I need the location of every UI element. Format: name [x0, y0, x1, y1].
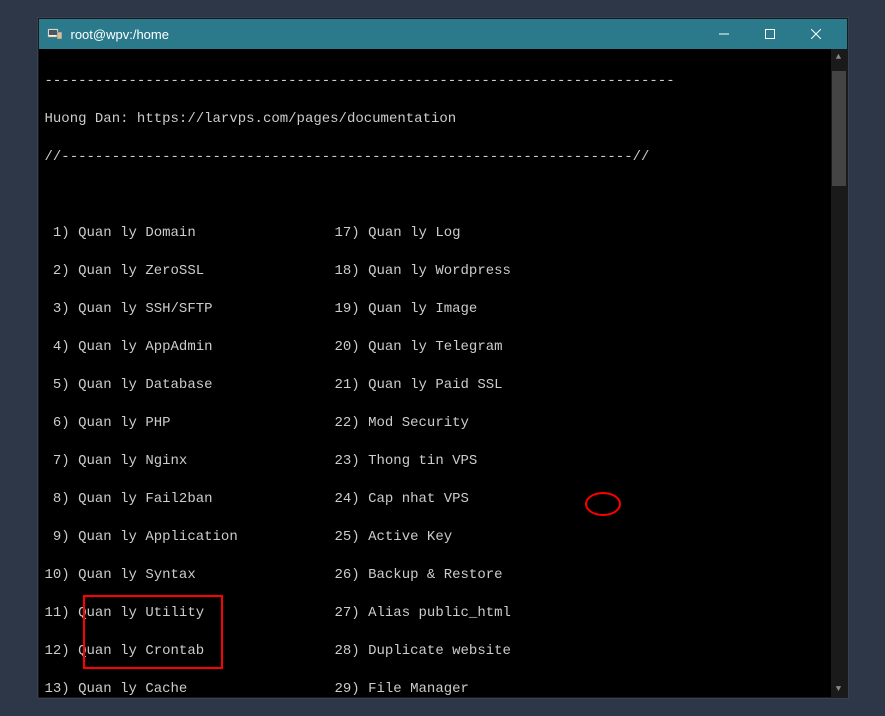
menu-row-9: 9) Quan ly Application25) Active Key	[45, 528, 841, 547]
menu-item-25: 25) Active Key	[335, 528, 453, 547]
window-controls	[701, 19, 839, 49]
divider-slashes: //--------------------------------------…	[45, 148, 841, 167]
putty-icon	[47, 26, 63, 42]
menu-item-24: 24) Cap nhat VPS	[335, 490, 469, 509]
menu-item-13: 13) Quan ly Cache	[45, 680, 335, 697]
menu-item-18: 18) Quan ly Wordpress	[335, 262, 511, 281]
menu-item-22: 22) Mod Security	[335, 414, 469, 433]
scroll-thumb[interactable]	[832, 71, 846, 186]
menu-item-19: 19) Quan ly Image	[335, 300, 478, 319]
minimize-button[interactable]	[701, 19, 747, 49]
menu-row-12: 12) Quan ly Crontab28) Duplicate website	[45, 642, 841, 661]
menu-row-11: 11) Quan ly Utility27) Alias public_html	[45, 604, 841, 623]
menu-row-4: 4) Quan ly AppAdmin20) Quan ly Telegram	[45, 338, 841, 357]
menu-row-1: 1) Quan ly Domain17) Quan ly Log	[45, 224, 841, 243]
menu-item-4: 4) Quan ly AppAdmin	[45, 338, 335, 357]
menu-item-17: 17) Quan ly Log	[335, 224, 461, 243]
menu-item-9: 9) Quan ly Application	[45, 528, 335, 547]
guide-line: Huong Dan: https://larvps.com/pages/docu…	[45, 110, 841, 129]
guide-url: https://larvps.com/pages/documentation	[137, 111, 456, 127]
menu-row-10: 10) Quan ly Syntax26) Backup & Restore	[45, 566, 841, 585]
menu-item-10: 10) Quan ly Syntax	[45, 566, 335, 585]
menu-item-5: 5) Quan ly Database	[45, 376, 335, 395]
menu-row-8: 8) Quan ly Fail2ban24) Cap nhat VPS	[45, 490, 841, 509]
maximize-button[interactable]	[747, 19, 793, 49]
terminal-window: root@wpv:/home -------------------------…	[38, 18, 848, 698]
menu-item-2: 2) Quan ly ZeroSSL	[45, 262, 335, 281]
menu-item-3: 3) Quan ly SSH/SFTP	[45, 300, 335, 319]
menu-row-7: 7) Quan ly Nginx23) Thong tin VPS	[45, 452, 841, 471]
menu-item-8: 8) Quan ly Fail2ban	[45, 490, 335, 509]
scroll-up-icon[interactable]: ▲	[831, 49, 847, 65]
menu-row-2: 2) Quan ly ZeroSSL18) Quan ly Wordpress	[45, 262, 841, 281]
blank-line	[45, 186, 841, 205]
menu-item-21: 21) Quan ly Paid SSL	[335, 376, 503, 395]
menu-item-27: 27) Alias public_html	[335, 604, 511, 623]
terminal-content[interactable]: ----------------------------------------…	[39, 49, 847, 697]
close-button[interactable]	[793, 19, 839, 49]
window-title: root@wpv:/home	[71, 27, 701, 42]
menu-item-29: 29) File Manager	[335, 680, 469, 697]
titlebar[interactable]: root@wpv:/home	[39, 19, 847, 49]
scrollbar[interactable]: ▲ ▼	[831, 49, 847, 697]
guide-label: Huong Dan:	[45, 111, 129, 127]
menu-row-3: 3) Quan ly SSH/SFTP19) Quan ly Image	[45, 300, 841, 319]
divider-top: ----------------------------------------…	[45, 72, 841, 91]
menu-item-1: 1) Quan ly Domain	[45, 224, 335, 243]
menu-item-26: 26) Backup & Restore	[335, 566, 503, 585]
menu-item-23: 23) Thong tin VPS	[335, 452, 478, 471]
menu-item-12: 12) Quan ly Crontab	[45, 642, 335, 661]
scroll-down-icon[interactable]: ▼	[831, 681, 847, 697]
menu-item-20: 20) Quan ly Telegram	[335, 338, 503, 357]
menu-row-5: 5) Quan ly Database21) Quan ly Paid SSL	[45, 376, 841, 395]
menu-item-7: 7) Quan ly Nginx	[45, 452, 335, 471]
menu-row-6: 6) Quan ly PHP22) Mod Security	[45, 414, 841, 433]
menu-item-28: 28) Duplicate website	[335, 642, 511, 661]
menu-item-11: 11) Quan ly Utility	[45, 604, 335, 623]
menu-row-13: 13) Quan ly Cache29) File Manager	[45, 680, 841, 697]
menu-item-6: 6) Quan ly PHP	[45, 414, 335, 433]
